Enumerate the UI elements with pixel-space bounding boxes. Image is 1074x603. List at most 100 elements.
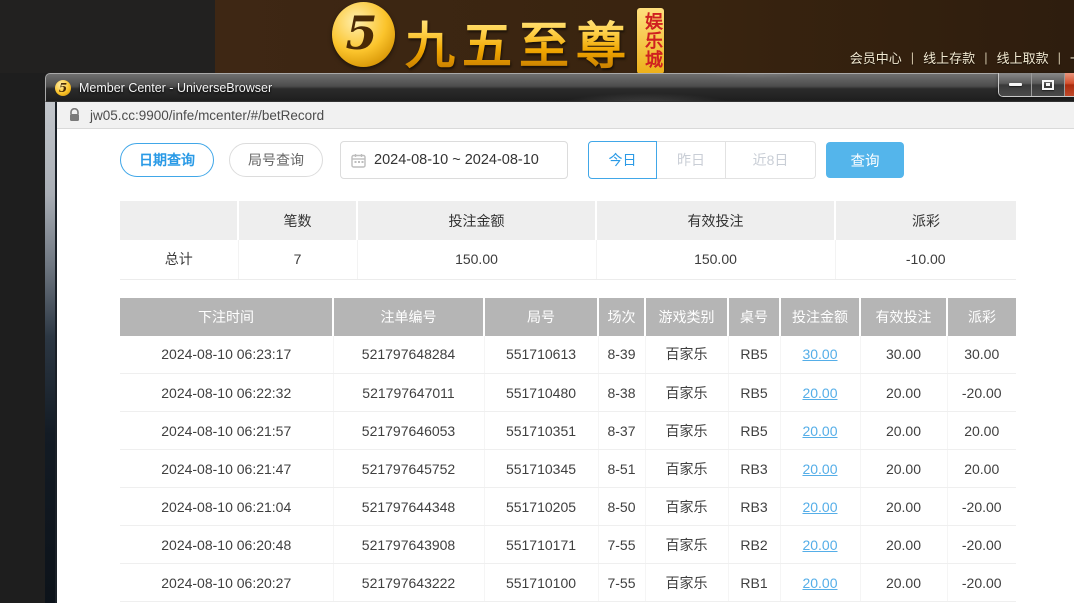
bet-amount-link[interactable]: 20.00 (802, 537, 837, 553)
cell-session: 8-38 (598, 374, 645, 412)
header-table-no: 桌号 (728, 298, 780, 336)
cell-game-type: 百家乐 (645, 374, 728, 412)
summary-table: 笔数 投注金额 有效投注 派彩 总计 7 150.00 150. (120, 201, 1016, 280)
calendar-icon (351, 153, 366, 168)
cell-bet-time: 2024-08-10 06:23:17 (120, 336, 333, 374)
table-header-row: 下注时间 注单编号 局号 场次 游戏类别 桌号 投注金额 有效投注 派彩 (120, 298, 1016, 336)
cell-round-no: 551710205 (484, 488, 598, 526)
screen: 5 九五至尊 娱乐城 会员中心 | 线上存款 | 线上取款 | 一 5 Memb… (0, 0, 1074, 603)
table-row: 2024-08-10 06:20:27 521797643222 5517101… (120, 564, 1016, 602)
cell-valid-bet: 20.00 (860, 450, 947, 488)
summary-header-bet-amount: 投注金额 (357, 201, 596, 240)
cell-round-no: 551710171 (484, 526, 598, 564)
bet-record-page: 日期查询 局号查询 20 (57, 129, 1074, 603)
cell-valid-bet: 20.00 (860, 412, 947, 450)
window-left-border (45, 102, 57, 603)
summary-total-label: 总计 (120, 240, 238, 279)
cell-valid-bet: 20.00 (860, 488, 947, 526)
summary-header-valid-bet: 有效投注 (596, 201, 835, 240)
bet-amount-link[interactable]: 20.00 (802, 385, 837, 401)
cell-payout: 20.00 (947, 412, 1016, 450)
address-bar[interactable]: jw05.cc:9900/infe/mcenter/#/betRecord (57, 102, 1074, 129)
cell-session: 7-55 (598, 526, 645, 564)
nav-online-deposit[interactable]: 线上存款 (923, 48, 975, 67)
window-title: Member Center - UniverseBrowser (79, 81, 272, 95)
close-button[interactable] (1065, 73, 1074, 96)
nav-online-withdraw[interactable]: 线上取款 (997, 48, 1049, 67)
table-row: 2024-08-10 06:23:17 521797648284 5517106… (120, 336, 1016, 374)
cell-valid-bet: 20.00 (860, 526, 947, 564)
header-bet-id: 注单编号 (333, 298, 484, 336)
cell-bet-time: 2024-08-10 06:20:27 (120, 564, 333, 602)
date-range-value: 2024-08-10 ~ 2024-08-10 (374, 152, 539, 168)
window-app-icon: 5 (55, 80, 71, 96)
cell-bet-id: 521797643908 (333, 526, 484, 564)
cell-bet-time: 2024-08-10 06:21:04 (120, 488, 333, 526)
table-row: 2024-08-10 06:20:48 521797643908 5517101… (120, 526, 1016, 564)
cell-payout: -20.00 (947, 374, 1016, 412)
site-banner: 5 九五至尊 娱乐城 会员中心 | 线上存款 | 线上取款 | 一 (0, 0, 1074, 73)
cell-table-no: RB1 (728, 564, 780, 602)
maximize-button[interactable] (1032, 73, 1065, 96)
bet-amount-link[interactable]: 20.00 (802, 461, 837, 477)
cell-bet-id: 521797648284 (333, 336, 484, 374)
header-game-type: 游戏类别 (645, 298, 728, 336)
lock-icon[interactable] (69, 108, 80, 122)
cell-table-no: RB3 (728, 488, 780, 526)
summary-payout: -10.00 (835, 240, 1016, 279)
url-text: jw05.cc:9900/infe/mcenter/#/betRecord (90, 108, 324, 123)
maximize-icon (1042, 80, 1054, 90)
bet-amount-link[interactable]: 20.00 (802, 423, 837, 439)
cell-game-type: 百家乐 (645, 564, 728, 602)
cell-round-no: 551710480 (484, 374, 598, 412)
bet-amount-link[interactable]: 30.00 (802, 346, 837, 362)
bet-amount-link[interactable]: 20.00 (802, 499, 837, 515)
table-row: 2024-08-10 06:21:57 521797646053 5517103… (120, 412, 1016, 450)
window-app-icon-glyph: 5 (59, 82, 67, 94)
nav-separator: | (984, 50, 987, 65)
cell-bet-id: 521797647011 (333, 374, 484, 412)
logo-five-glyph: 5 (345, 10, 377, 56)
cell-valid-bet: 20.00 (860, 374, 947, 412)
cell-round-no: 551710613 (484, 336, 598, 374)
summary-total-row: 总计 7 150.00 150.00 -10.00 (120, 240, 1016, 279)
minimize-button[interactable] (999, 73, 1032, 96)
quick-date-group: 今日 昨日 近8日 (588, 141, 816, 179)
bet-record-table: 下注时间 注单编号 局号 场次 游戏类别 桌号 投注金额 有效投注 派彩 (120, 298, 1016, 603)
cell-payout: -20.00 (947, 564, 1016, 602)
round-query-tab[interactable]: 局号查询 (229, 143, 323, 177)
today-button[interactable]: 今日 (588, 141, 657, 179)
cell-payout: -20.00 (947, 526, 1016, 564)
nav-link-clipped[interactable]: 一 (1070, 48, 1074, 67)
table-row: 2024-08-10 06:22:32 521797647011 5517104… (120, 374, 1016, 412)
bet-amount-link[interactable]: 20.00 (802, 575, 837, 591)
header-bet-time: 下注时间 (120, 298, 333, 336)
cell-bet-time: 2024-08-10 06:20:48 (120, 526, 333, 564)
banner-nav: 会员中心 | 线上存款 | 线上取款 | 一 (850, 48, 1074, 67)
cell-session: 8-50 (598, 488, 645, 526)
minimize-icon (1009, 83, 1022, 86)
date-range-input[interactable]: 2024-08-10 ~ 2024-08-10 (340, 141, 568, 179)
date-query-tab[interactable]: 日期查询 (120, 143, 214, 177)
cell-valid-bet: 30.00 (860, 336, 947, 374)
cell-bet-time: 2024-08-10 06:21:47 (120, 450, 333, 488)
cell-round-no: 551710351 (484, 412, 598, 450)
cell-bet-id: 521797644348 (333, 488, 484, 526)
summary-valid-bet: 150.00 (596, 240, 835, 279)
cell-game-type: 百家乐 (645, 526, 728, 564)
cell-session: 8-37 (598, 412, 645, 450)
summary-bet-amount: 150.00 (357, 240, 596, 279)
last-8-days-button[interactable]: 近8日 (726, 141, 816, 179)
header-session: 场次 (598, 298, 645, 336)
cell-game-type: 百家乐 (645, 450, 728, 488)
window-titlebar[interactable]: 5 Member Center - UniverseBrowser (45, 73, 1074, 102)
filter-toolbar: 日期查询 局号查询 20 (120, 141, 1074, 179)
search-button[interactable]: 查询 (826, 142, 904, 178)
yesterday-button[interactable]: 昨日 (657, 141, 726, 179)
cell-round-no: 551710100 (484, 564, 598, 602)
nav-member-center[interactable]: 会员中心 (850, 48, 902, 67)
cell-payout: 30.00 (947, 336, 1016, 374)
nav-separator: | (1058, 50, 1061, 65)
browser-window: 5 Member Center - UniverseBrowser jw05.c… (45, 73, 1074, 603)
summary-header-blank (120, 201, 238, 240)
